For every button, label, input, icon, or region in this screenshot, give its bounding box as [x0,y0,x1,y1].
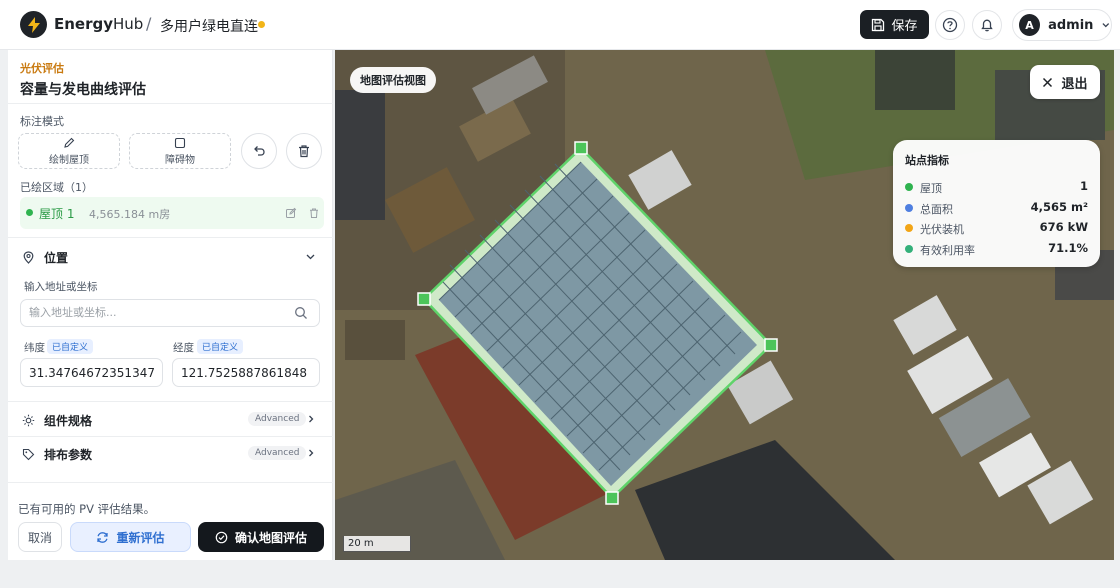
breadcrumb-separator: / [146,14,152,33]
trash-icon[interactable] [307,206,321,220]
help-icon [942,17,958,33]
exit-button[interactable]: 退出 [1030,65,1100,99]
latitude-field[interactable]: 31.34764672351347 [20,358,163,387]
brand-name: EnergyHub [54,15,144,33]
custom-tag: 已自定义 [197,339,244,354]
chevron-right-icon[interactable] [306,414,316,424]
divider [8,436,333,437]
divider [8,401,333,402]
unsaved-indicator [258,21,265,28]
region-area: 4,565.184 m房 [89,208,171,221]
divider [8,103,333,104]
longitude-field[interactable]: 121.7525887861848 [172,358,320,387]
advanced-badge: Advanced [248,446,307,460]
undo-button[interactable] [241,133,277,169]
map-view-badge: 地图评估视图 [350,67,436,93]
pen-icon [64,137,75,148]
section-tag: 光伏评估 [20,62,64,75]
undo-icon [254,146,265,156]
region-name: 屋顶 1 [39,207,75,221]
edit-icon[interactable] [284,206,298,220]
divider [8,482,333,483]
metric-row-area: 总面积 4,565 m² [905,200,1088,216]
layout-params-row[interactable]: 排布参数 [22,446,92,463]
avatar: A [1019,14,1041,36]
status-text: 已有可用的 PV 评估结果。 [18,502,156,516]
confirm-map-eval-button[interactable]: 确认地图评估 [198,522,324,552]
metric-row-utilization: 有效利用率 71.1% [905,241,1088,257]
check-circle-icon [215,531,228,543]
map-pin-icon [23,251,34,264]
map-imagery [335,50,1114,560]
search-input[interactable] [29,306,279,319]
site-metrics-card: 站点指标 屋顶 1 总面积 4,565 m² 光伏装机 676 kW 有效利用率… [893,140,1100,267]
longitude-label: 经度 [173,342,194,354]
status-dot [905,204,913,212]
save-button[interactable]: 保存 [860,10,929,39]
chevron-down-icon[interactable] [305,251,316,262]
refresh-icon [97,531,109,543]
user-name: admin [1048,17,1094,33]
search-icon[interactable] [294,306,308,320]
region-color-dot [26,209,33,216]
notifications-button[interactable] [972,10,1002,40]
square-icon [174,137,186,148]
scale-bar: 20 m [343,536,411,552]
regions-label: 已绘区域（1） [20,181,93,194]
delete-button[interactable] [286,133,322,169]
status-dot [905,245,913,253]
metric-row-capacity: 光伏装机 676 kW [905,220,1088,236]
close-icon [1043,77,1053,87]
trash-icon [299,145,309,158]
obstacle-button[interactable]: 障碍物 [129,133,231,169]
chevron-right-icon[interactable] [306,448,316,458]
bell-icon [981,19,993,32]
chevron-down-icon [1102,23,1110,28]
reevaluate-button[interactable]: 重新评估 [70,522,191,552]
metric-row-roofs: 屋顶 1 [905,179,1088,195]
address-label: 输入地址或坐标 [24,281,98,293]
advanced-badge: Advanced [248,412,307,426]
cancel-button[interactable]: 取消 [18,522,62,552]
latitude-label: 纬度 [24,342,45,354]
tag-icon [22,448,35,461]
panel-title: 容量与发电曲线评估 [20,82,146,98]
status-dot [905,183,913,191]
region-item[interactable]: 屋顶 1 4,565.184 m房 [20,197,324,229]
user-menu[interactable]: A admin [1012,9,1112,41]
metrics-title: 站点指标 [905,154,949,167]
bolt-logo-icon [20,11,47,38]
module-spec-row[interactable]: 组件规格 [22,412,92,429]
draw-roof-button[interactable]: 绘制屋顶 [18,133,120,169]
location-section-header[interactable]: 位置 [22,249,68,266]
status-dot [905,224,913,232]
pv-assessment-panel: 光伏评估 容量与发电曲线评估 标注模式 绘制屋顶 障碍物 已绘区域（1） 屋顶 … [8,50,333,560]
mode-label: 标注模式 [20,115,64,128]
breadcrumb-project[interactable]: 多用户绿电直连 [160,16,258,36]
save-icon [872,18,885,31]
address-search[interactable] [20,299,320,327]
help-button[interactable] [935,10,965,40]
sun-icon [22,414,35,427]
custom-tag: 已自定义 [47,339,94,354]
satellite-map[interactable]: 地图评估视图 退出 站点指标 屋顶 1 总面积 4,565 m² 光伏装机 67… [335,50,1114,560]
divider [8,237,333,238]
top-bar: EnergyHub / 多用户绿电直连 保存 A admin [0,0,1120,50]
